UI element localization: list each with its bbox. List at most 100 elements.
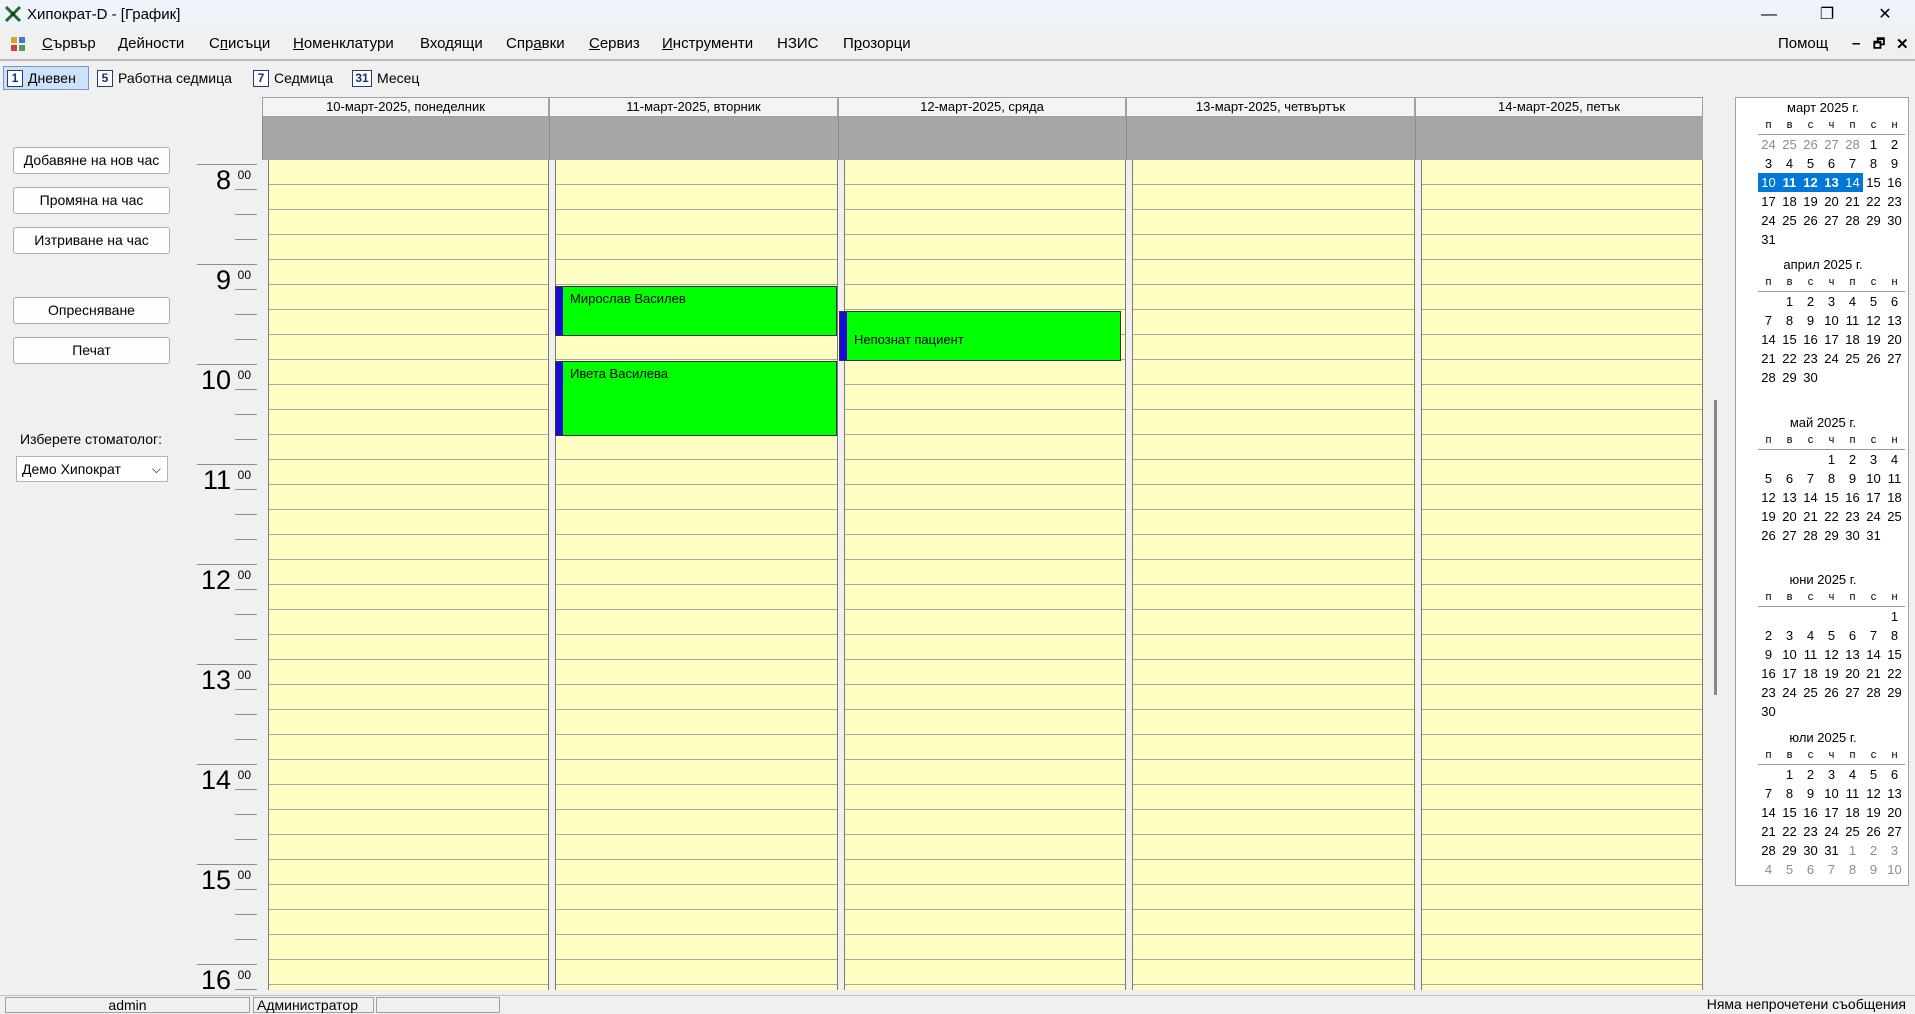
calendar-day[interactable]: 25	[1779, 211, 1800, 230]
all-day-area[interactable]	[549, 117, 838, 160]
calendar-day[interactable]: 5	[1821, 626, 1842, 645]
calendar-day[interactable]: 12	[1758, 488, 1779, 507]
calendar-day[interactable]: 29	[1863, 211, 1884, 230]
calendar-day[interactable]: 21	[1842, 192, 1863, 211]
calendar-day[interactable]: 3	[1821, 292, 1842, 311]
calendar-day[interactable]: 22	[1884, 664, 1905, 683]
calendar-day[interactable]: 16	[1800, 330, 1821, 349]
calendar-day[interactable]: 14	[1800, 488, 1821, 507]
calendar-day[interactable]: 6	[1884, 292, 1905, 311]
calendar-day[interactable]: 25	[1800, 683, 1821, 702]
all-day-area[interactable]	[1415, 117, 1703, 160]
calendar-day[interactable]: 7	[1758, 784, 1779, 803]
calendar-day-other-month[interactable]: 4	[1758, 860, 1779, 879]
calendar-day-other-month[interactable]: 1	[1842, 841, 1863, 860]
close-button[interactable]: ✕	[1856, 0, 1914, 29]
calendar-day-other-month[interactable]: 6	[1800, 860, 1821, 879]
calendar-day[interactable]: 4	[1779, 154, 1800, 173]
calendar-day[interactable]: 2	[1758, 626, 1779, 645]
calendar-day[interactable]: 18	[1842, 330, 1863, 349]
calendar-day[interactable]: 29	[1779, 368, 1800, 387]
day-column[interactable]: 11-март-2025, вторник	[549, 97, 838, 990]
calendar-day[interactable]: 20	[1779, 507, 1800, 526]
calendar-day[interactable]: 7	[1800, 469, 1821, 488]
calendar-day[interactable]: 19	[1863, 803, 1884, 822]
calendar-day[interactable]: 24	[1758, 211, 1779, 230]
calendar-day[interactable]: 20	[1884, 803, 1905, 822]
calendar-day[interactable]: 21	[1758, 349, 1779, 368]
calendar-day[interactable]: 1	[1779, 765, 1800, 784]
calendar-day[interactable]: 24	[1821, 349, 1842, 368]
calendar-day[interactable]: 17	[1863, 488, 1884, 507]
calendar-day[interactable]: 2	[1884, 135, 1905, 154]
calendar-day[interactable]: 19	[1863, 330, 1884, 349]
calendar-day[interactable]: 2	[1800, 765, 1821, 784]
calendar-day[interactable]: 6	[1884, 765, 1905, 784]
calendar-day[interactable]: 14	[1758, 330, 1779, 349]
menu-item[interactable]: Инструменти	[662, 35, 753, 52]
calendar-day[interactable]: 23	[1800, 349, 1821, 368]
calendar-day[interactable]: 31	[1758, 230, 1779, 249]
view-workweek-button[interactable]: 5 Работна седмица	[94, 66, 238, 90]
calendar-day[interactable]: 29	[1779, 841, 1800, 860]
calendar-day[interactable]: 2	[1800, 292, 1821, 311]
calendar-day[interactable]: 21	[1758, 822, 1779, 841]
calendar-day[interactable]: 17	[1821, 330, 1842, 349]
calendar-day[interactable]: 8	[1884, 626, 1905, 645]
calendar-day[interactable]: 26	[1758, 526, 1779, 545]
calendar-day[interactable]: 23	[1842, 507, 1863, 526]
menu-item[interactable]: Входящи	[420, 35, 483, 52]
calendar-day-other-month[interactable]: 5	[1779, 860, 1800, 879]
mdi-restore-button[interactable]: 🗗	[1873, 35, 1885, 57]
calendar-day[interactable]: 3	[1758, 154, 1779, 173]
calendar-day[interactable]: 14	[1842, 173, 1863, 192]
calendar-day[interactable]: 14	[1758, 803, 1779, 822]
all-day-area[interactable]	[262, 117, 549, 160]
calendar-day[interactable]: 10	[1821, 784, 1842, 803]
calendar-day[interactable]: 8	[1821, 469, 1842, 488]
calendar-day-other-month[interactable]: 8	[1842, 860, 1863, 879]
calendar-day[interactable]: 9	[1800, 784, 1821, 803]
delete-appointment-button[interactable]: Изтриване на час	[13, 227, 170, 254]
calendar-day[interactable]: 18	[1842, 803, 1863, 822]
calendar-day[interactable]: 28	[1800, 526, 1821, 545]
calendar-day[interactable]: 5	[1863, 765, 1884, 784]
calendar-day[interactable]: 16	[1884, 173, 1905, 192]
calendar-day[interactable]: 29	[1821, 526, 1842, 545]
calendar-day[interactable]: 28	[1758, 841, 1779, 860]
calendar-day[interactable]: 9	[1842, 469, 1863, 488]
time-slots[interactable]	[268, 160, 549, 990]
calendar-day[interactable]: 9	[1758, 645, 1779, 664]
calendar-day[interactable]: 27	[1821, 211, 1842, 230]
dentist-select[interactable]: Демо Хипократ ⌵	[16, 456, 168, 482]
view-week-button[interactable]: 7 Седмица	[250, 66, 339, 90]
calendar-day[interactable]: 18	[1800, 664, 1821, 683]
calendar-day[interactable]: 8	[1779, 311, 1800, 330]
calendar-day[interactable]: 18	[1779, 192, 1800, 211]
calendar-day[interactable]: 6	[1842, 626, 1863, 645]
calendar-day-other-month[interactable]: 2	[1863, 841, 1884, 860]
calendar-day[interactable]: 22	[1779, 349, 1800, 368]
calendar-day[interactable]: 28	[1758, 368, 1779, 387]
time-slots[interactable]	[555, 160, 838, 990]
day-column[interactable]: 12-март-2025, сряда	[838, 97, 1126, 990]
calendar-day[interactable]: 13	[1821, 173, 1842, 192]
calendar-day[interactable]: 18	[1884, 488, 1905, 507]
calendar-day[interactable]: 3	[1863, 450, 1884, 469]
calendar-day[interactable]: 26	[1863, 349, 1884, 368]
day-header[interactable]: 13-март-2025, четвъртък	[1126, 97, 1415, 117]
calendar-day[interactable]: 9	[1884, 154, 1905, 173]
calendar-day[interactable]: 27	[1779, 526, 1800, 545]
calendar-day[interactable]: 4	[1800, 626, 1821, 645]
calendar-day[interactable]: 26	[1800, 211, 1821, 230]
calendar-day[interactable]: 16	[1800, 803, 1821, 822]
view-day-button[interactable]: 1 Дневен	[3, 66, 89, 90]
calendar-day-other-month[interactable]: 25	[1779, 135, 1800, 154]
calendar-day[interactable]: 1	[1863, 135, 1884, 154]
calendar-day[interactable]: 11	[1779, 173, 1800, 192]
calendar-day[interactable]: 8	[1863, 154, 1884, 173]
calendar-day[interactable]: 4	[1842, 292, 1863, 311]
time-slots[interactable]	[1421, 160, 1703, 990]
menu-item[interactable]: Сервиз	[589, 35, 640, 52]
calendar-day-other-month[interactable]: 10	[1884, 860, 1905, 879]
